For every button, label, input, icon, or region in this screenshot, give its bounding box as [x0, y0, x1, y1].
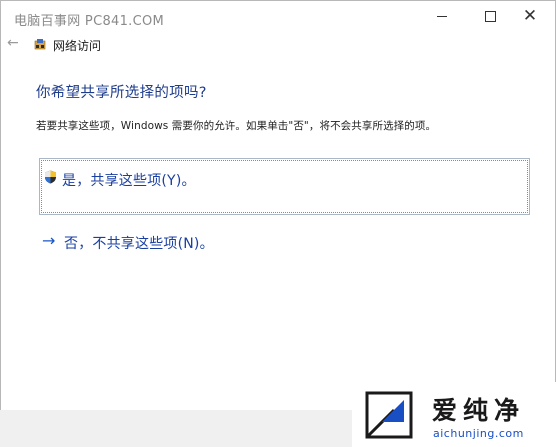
minimize-icon [437, 15, 447, 17]
watermark-logo: 爱纯净 aichunjing.com [352, 382, 556, 447]
arrow-right-icon: → [42, 231, 56, 250]
logo-mark-icon [365, 391, 413, 439]
dialog-heading: 你希望共享所选择的项吗? [36, 85, 207, 101]
network-icon [34, 39, 46, 50]
dialog-description: 若要共享这些项，Windows 需要你的允许。如果单击"否"，将不会共享所选择的… [36, 120, 437, 132]
maximize-icon [484, 10, 496, 22]
title-bar: 电脑百事网 PC841.COM ✕ [1, 1, 555, 31]
close-button[interactable]: ✕ [508, 1, 552, 31]
dialog-window: 电脑百事网 PC841.COM ✕ ← 网络访问 你希望共享所选择的项吗? 若要… [0, 0, 556, 447]
share-no-label: 否，不共享这些项(N)。 [64, 236, 214, 252]
close-icon: ✕ [522, 5, 538, 26]
back-arrow-icon[interactable]: ← [7, 35, 19, 51]
share-no-option[interactable]: → 否，不共享这些项(N)。 [42, 231, 232, 252]
share-yes-option[interactable]: 是，共享这些项(Y)。 [39, 158, 530, 215]
nav-bar: ← 网络访问 [1, 34, 555, 56]
watermark-text: 电脑百事网 PC841.COM [14, 14, 165, 29]
logo-url: aichunjing.com [433, 427, 524, 440]
shield-icon [45, 170, 56, 184]
nav-title: 网络访问 [53, 39, 102, 53]
logo-text: 爱纯净 [432, 396, 526, 425]
maximize-button[interactable] [468, 1, 512, 31]
minimize-button[interactable] [420, 1, 464, 31]
share-yes-label: 是，共享这些项(Y)。 [62, 173, 196, 189]
